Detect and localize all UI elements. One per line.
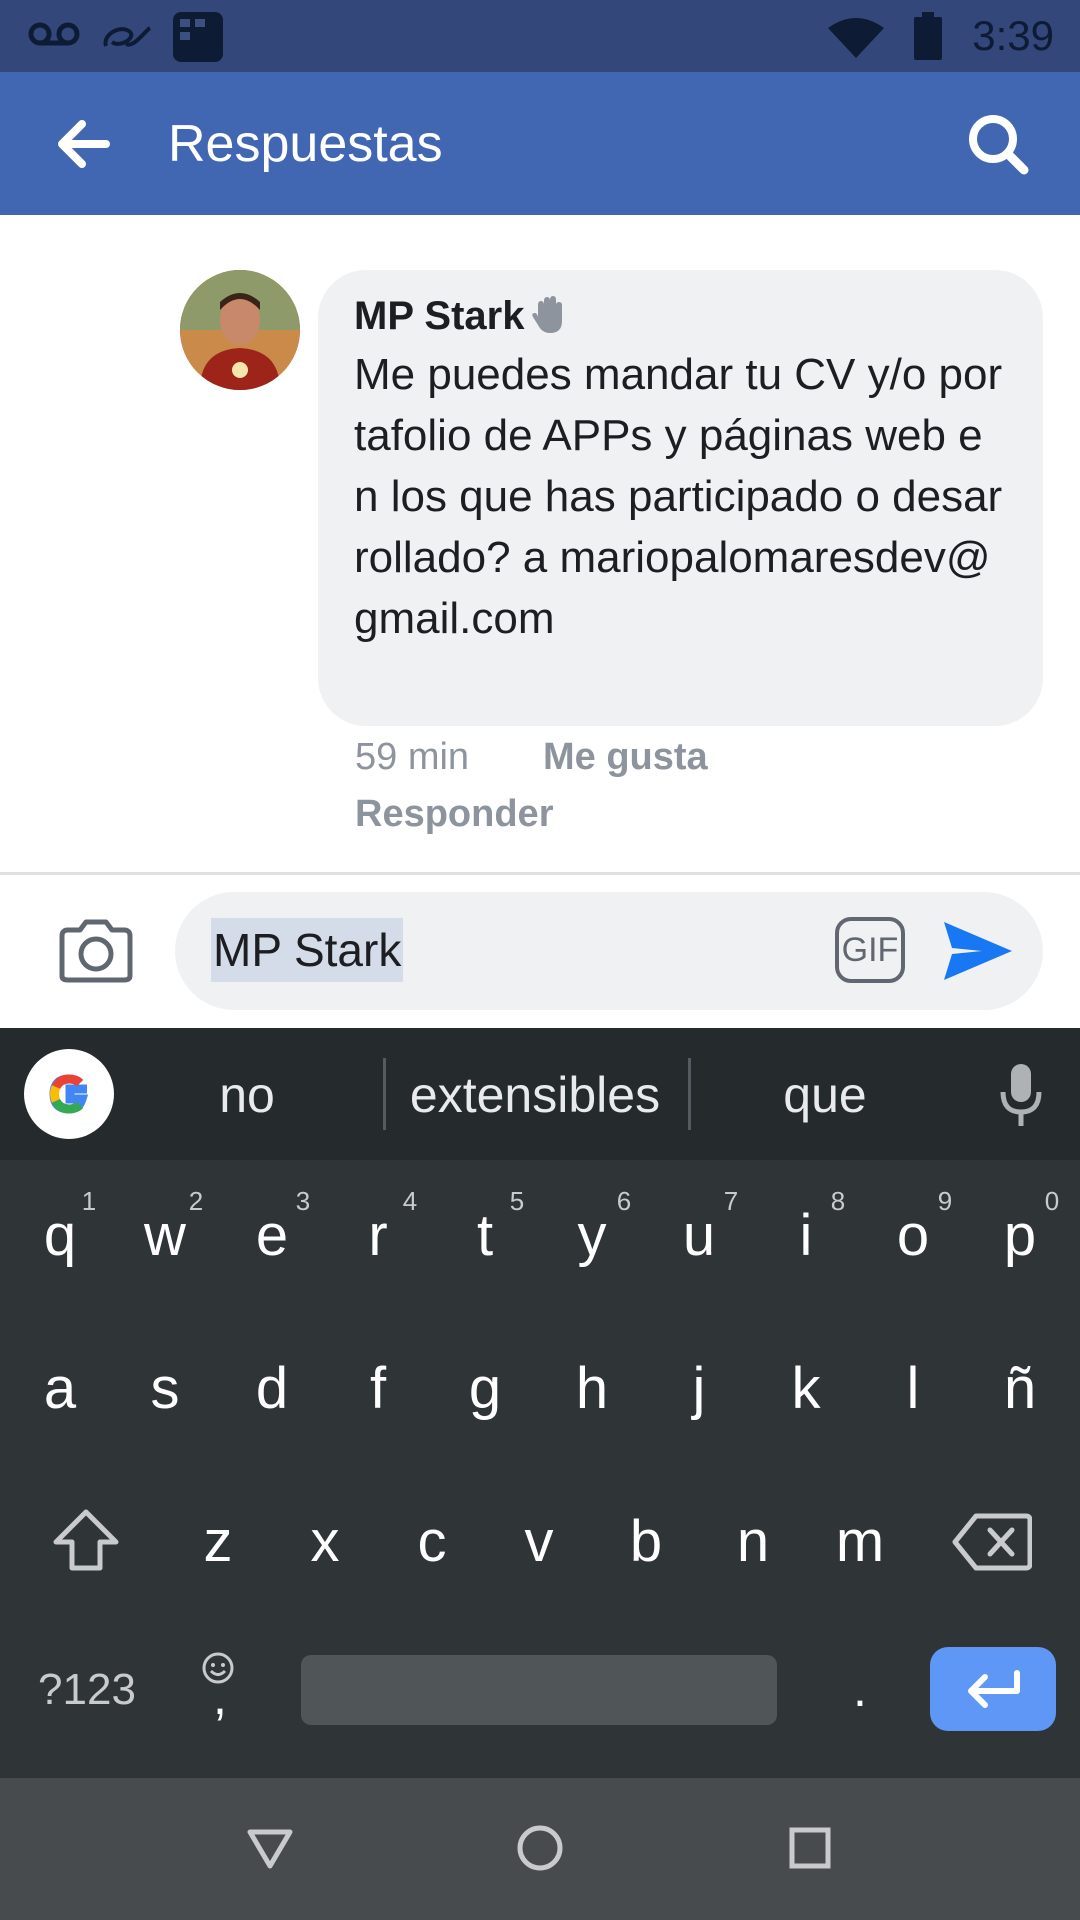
navigation-bar xyxy=(0,1778,1080,1920)
avatar[interactable] xyxy=(180,270,300,390)
suggestion-3[interactable]: que xyxy=(745,1066,905,1124)
recents-nav-icon[interactable] xyxy=(788,1826,832,1870)
comment-text: Me puedes mandar tu CV y/o portafolio de… xyxy=(354,350,1003,643)
key-g[interactable]: g xyxy=(445,1355,525,1422)
key-l[interactable]: l xyxy=(873,1355,953,1422)
suggestion-2[interactable]: extensibles xyxy=(395,1066,675,1124)
comment-input-value[interactable]: MP Stark xyxy=(211,918,404,982)
key-n[interactable]: n xyxy=(713,1508,793,1575)
google-icon[interactable] xyxy=(24,1049,114,1139)
enter-icon xyxy=(968,1670,1020,1708)
key-i[interactable]: i xyxy=(766,1202,846,1269)
key-t[interactable]: t xyxy=(445,1202,525,1269)
space-bar[interactable] xyxy=(301,1655,777,1725)
battery-icon xyxy=(914,12,942,60)
key-k[interactable]: k xyxy=(766,1355,846,1422)
comment-bubble: MP Stark Me puedes mandar tu CV y/o port… xyxy=(318,270,1043,726)
key-h[interactable]: h xyxy=(552,1355,632,1422)
back-nav-icon[interactable] xyxy=(246,1828,294,1870)
suggestion-separator xyxy=(383,1058,386,1130)
key-y[interactable]: y xyxy=(552,1202,632,1269)
comment-time: 59 min xyxy=(355,736,470,778)
calendar-app-icon xyxy=(173,12,223,62)
comment-author-row: MP Stark xyxy=(354,290,1007,342)
key-z[interactable]: z xyxy=(178,1508,258,1575)
comment-meta: 59 min Me gusta Responder xyxy=(355,736,708,835)
suggestion-1[interactable]: no xyxy=(167,1066,327,1124)
status-time: 3:39 xyxy=(972,12,1054,59)
key-n-tilde[interactable]: ñ xyxy=(980,1355,1060,1422)
suggestion-separator xyxy=(688,1058,691,1130)
key-u[interactable]: u xyxy=(659,1202,739,1269)
backspace-icon[interactable] xyxy=(952,1512,1032,1572)
symbols-key[interactable]: ?123 xyxy=(22,1665,152,1715)
comment-input[interactable]: MP Stark xyxy=(175,892,1043,1010)
key-m[interactable]: m xyxy=(820,1508,900,1575)
camera-icon[interactable] xyxy=(58,918,134,984)
key-f[interactable]: f xyxy=(338,1355,418,1422)
app-bar: Respuestas xyxy=(0,72,1080,215)
key-j[interactable]: j xyxy=(659,1355,739,1422)
comma-key[interactable]: , xyxy=(180,1668,260,1726)
like-button[interactable]: Me gusta xyxy=(543,736,708,778)
send-icon[interactable] xyxy=(942,918,1014,984)
key-b[interactable]: b xyxy=(606,1508,686,1575)
microphone-icon[interactable] xyxy=(998,1062,1044,1128)
key-e[interactable]: e xyxy=(232,1202,312,1269)
key-x[interactable]: x xyxy=(285,1508,365,1575)
shift-icon[interactable] xyxy=(52,1508,120,1572)
divider xyxy=(0,872,1080,875)
key-c[interactable]: c xyxy=(392,1508,472,1575)
arrow-left-icon[interactable] xyxy=(52,114,112,174)
key-r[interactable]: r xyxy=(338,1202,418,1269)
key-p[interactable]: p xyxy=(980,1202,1060,1269)
voicemail-icon xyxy=(28,22,80,46)
key-q[interactable]: q xyxy=(20,1202,100,1269)
enter-key[interactable] xyxy=(930,1647,1056,1731)
search-icon[interactable] xyxy=(966,112,1030,176)
period-key[interactable]: . xyxy=(820,1660,900,1718)
key-s[interactable]: s xyxy=(125,1355,205,1422)
key-a[interactable]: a xyxy=(20,1355,100,1422)
key-v[interactable]: v xyxy=(499,1508,579,1575)
wifi-icon xyxy=(828,18,884,58)
reply-button[interactable]: Responder xyxy=(355,793,553,836)
app-notification-icon xyxy=(103,26,152,47)
avatar-image xyxy=(180,270,300,390)
comment-author[interactable]: MP Stark xyxy=(354,294,524,338)
page-title: Respuestas xyxy=(168,115,443,173)
gif-button[interactable]: GIF xyxy=(835,917,905,983)
status-bar: 3:39 xyxy=(0,0,1080,72)
key-w[interactable]: w xyxy=(125,1202,205,1269)
waving-hand-icon xyxy=(532,296,563,333)
home-nav-icon[interactable] xyxy=(516,1824,564,1872)
key-d[interactable]: d xyxy=(232,1355,312,1422)
key-o[interactable]: o xyxy=(873,1202,953,1269)
suggestion-bar: no extensibles que xyxy=(0,1028,1080,1160)
